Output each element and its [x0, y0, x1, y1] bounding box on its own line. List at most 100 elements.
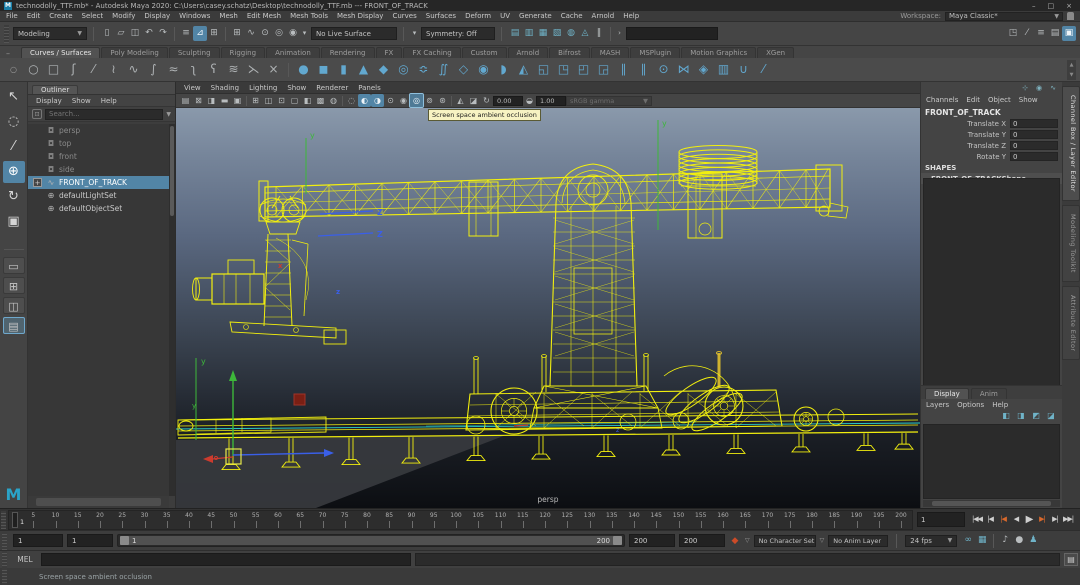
- item-surfaces[interactable]: Surfaces: [426, 12, 456, 20]
- fps-selector[interactable]: 24 fps▼: [905, 535, 957, 547]
- nurbs-cylinder-icon[interactable]: ▮: [334, 60, 353, 79]
- workspace-selector[interactable]: Maya Classic*▼: [945, 12, 1063, 21]
- rotate-tool[interactable]: ↻: [3, 186, 25, 208]
- animation-end-field[interactable]: 200: [679, 534, 725, 547]
- layout-outliner-persp[interactable]: ▤: [3, 317, 25, 334]
- symmetry-arrow-icon[interactable]: ▾: [410, 26, 419, 41]
- anim-layer-arrow-icon[interactable]: ▽: [820, 537, 825, 544]
- item-translate-z[interactable]: Translate Z0: [921, 140, 1062, 151]
- item-side[interactable]: ◘side: [28, 163, 169, 176]
- item-display[interactable]: Display: [144, 12, 170, 20]
- item-renderer[interactable]: Renderer: [316, 84, 348, 92]
- play-forwards-button[interactable]: ▶: [1023, 511, 1035, 528]
- select-tool[interactable]: ↖: [3, 86, 25, 108]
- nurbs-torus-icon[interactable]: ◎: [394, 60, 413, 79]
- nurbs-circle-icon[interactable]: ○: [24, 60, 43, 79]
- nurbs-square-icon[interactable]: □: [44, 60, 63, 79]
- item-attribute-editor[interactable]: Attribute Editor: [1062, 286, 1080, 360]
- play-backwards-button[interactable]: ◀: [1010, 511, 1022, 528]
- step-forward-frame-button[interactable]: ▶|: [1049, 511, 1061, 528]
- color-management-selector[interactable]: sRGB gamma▼: [566, 96, 652, 106]
- intersect-surfaces-icon[interactable]: ◳: [554, 60, 573, 79]
- textured-mode-icon[interactable]: ◑: [371, 94, 384, 107]
- curve-fillet-icon[interactable]: ⋋: [244, 60, 263, 79]
- item-rotate-y[interactable]: Rotate Y0: [921, 151, 1062, 162]
- select-by-component-type-icon[interactable]: ⊞: [207, 26, 221, 41]
- extend-curve-icon[interactable]: ʕ: [204, 60, 223, 79]
- playback-start-field[interactable]: 1: [67, 534, 113, 547]
- workspace-lock-icon[interactable]: [1067, 12, 1074, 20]
- item-lighting[interactable]: Lighting: [249, 84, 277, 92]
- item-modify[interactable]: Modify: [112, 12, 135, 20]
- layer-hscrollbar[interactable]: [923, 500, 1060, 507]
- auto-keyframe-icon[interactable]: ●: [1012, 533, 1026, 548]
- item-display[interactable]: Display: [925, 388, 969, 399]
- snap-to-point-icon[interactable]: ⊙: [258, 26, 272, 41]
- motion-blur-icon[interactable]: ⊚: [423, 94, 436, 107]
- rebuild-curve-icon[interactable]: ×: [264, 60, 283, 79]
- nurbs-plane-icon[interactable]: ◆: [374, 60, 393, 79]
- item-panels[interactable]: Panels: [358, 84, 381, 92]
- revolve-icon[interactable]: ◉: [474, 60, 493, 79]
- shelf-scrollbar[interactable]: ▲▼: [1067, 60, 1076, 80]
- item-uv[interactable]: UV: [500, 12, 510, 20]
- select-by-hierarchy-icon[interactable]: ≡: [179, 26, 193, 41]
- layout-four-pane[interactable]: ⊞: [3, 277, 25, 294]
- item-shading[interactable]: Shading: [211, 84, 239, 92]
- snap-to-curve-icon[interactable]: ∿: [244, 26, 258, 41]
- character-set-field[interactable]: No Character Set: [754, 535, 816, 547]
- snap-options-arrow-icon[interactable]: ▾: [300, 26, 309, 41]
- gamma-icon[interactable]: ◒: [523, 94, 536, 107]
- isolate-select-icon[interactable]: ◭: [454, 94, 467, 107]
- current-time-indicator[interactable]: [12, 512, 18, 528]
- camera-attributes-icon[interactable]: ◨: [205, 94, 218, 107]
- character-set-arrow-icon[interactable]: ▽: [745, 537, 750, 544]
- select-by-object-type-icon[interactable]: ⊿: [193, 26, 207, 41]
- detach-curves-icon[interactable]: ≈: [164, 60, 183, 79]
- layout-single-pane[interactable]: ▭: [3, 257, 25, 274]
- project-curve-icon[interactable]: ◱: [534, 60, 553, 79]
- exposure-field[interactable]: 0.00: [493, 96, 523, 106]
- outliner-search-input[interactable]: [45, 109, 163, 120]
- outliner-hscrollbar[interactable]: [28, 496, 169, 508]
- item-mesh[interactable]: Mesh: [219, 12, 237, 20]
- range-start-handle[interactable]: [120, 536, 129, 545]
- sidebar-layer-editor-icon[interactable]: ▤: [1048, 26, 1062, 41]
- use-all-lights-icon[interactable]: ⊙: [384, 94, 397, 107]
- item-translate-y[interactable]: Translate Y0: [921, 129, 1062, 140]
- item-anim[interactable]: Anim: [971, 388, 1007, 399]
- item-deform[interactable]: Deform: [465, 12, 491, 20]
- item-cache[interactable]: Cache: [561, 12, 583, 20]
- safe-title-icon[interactable]: ◍: [327, 94, 340, 107]
- item-help[interactable]: Help: [992, 401, 1008, 409]
- item-layers[interactable]: Layers: [926, 401, 949, 409]
- item-bifrost[interactable]: Bifrost: [549, 47, 590, 58]
- surface-editing-icon[interactable]: ⁄: [754, 60, 773, 79]
- item-defaultobjectset[interactable]: ⊕defaultObjectSet: [28, 202, 169, 215]
- item-xgen[interactable]: XGen: [757, 47, 794, 58]
- paint-select-tool[interactable]: ⁄: [3, 136, 25, 158]
- item-persp[interactable]: ◘persp: [28, 124, 169, 137]
- status-line-grip[interactable]: [4, 25, 9, 43]
- sidebar-channel-box-icon[interactable]: ≡: [1034, 26, 1048, 41]
- quick-selection-input[interactable]: [626, 27, 718, 40]
- outliner-vscrollbar[interactable]: [169, 124, 175, 496]
- range-end-handle[interactable]: [613, 536, 622, 545]
- go-to-end-button[interactable]: ▶▶|: [1062, 511, 1074, 528]
- item-channel-box-layer-editor[interactable]: Channel Box / Layer Editor: [1062, 86, 1080, 201]
- item-show[interactable]: Show: [1019, 96, 1038, 104]
- item-help[interactable]: Help: [101, 97, 117, 105]
- time-slider-grip[interactable]: [1, 511, 6, 529]
- item-options[interactable]: Options: [957, 401, 984, 409]
- item-file[interactable]: File: [6, 12, 18, 20]
- item-fx-caching[interactable]: FX Caching: [403, 47, 460, 58]
- select-camera-icon[interactable]: ▤: [179, 94, 192, 107]
- command-line-grip[interactable]: [2, 551, 7, 569]
- item-sculpting[interactable]: Sculpting: [169, 47, 220, 58]
- sidebar-modeling-toolkit-icon[interactable]: ▣: [1062, 26, 1076, 41]
- playback-range-bar[interactable]: 1200: [117, 534, 625, 547]
- attach-curves-icon[interactable]: ∫: [144, 60, 163, 79]
- expand-input-icon[interactable]: ›: [615, 26, 624, 41]
- item-select[interactable]: Select: [82, 12, 104, 20]
- chevron-down-icon[interactable]: ▼: [166, 111, 171, 118]
